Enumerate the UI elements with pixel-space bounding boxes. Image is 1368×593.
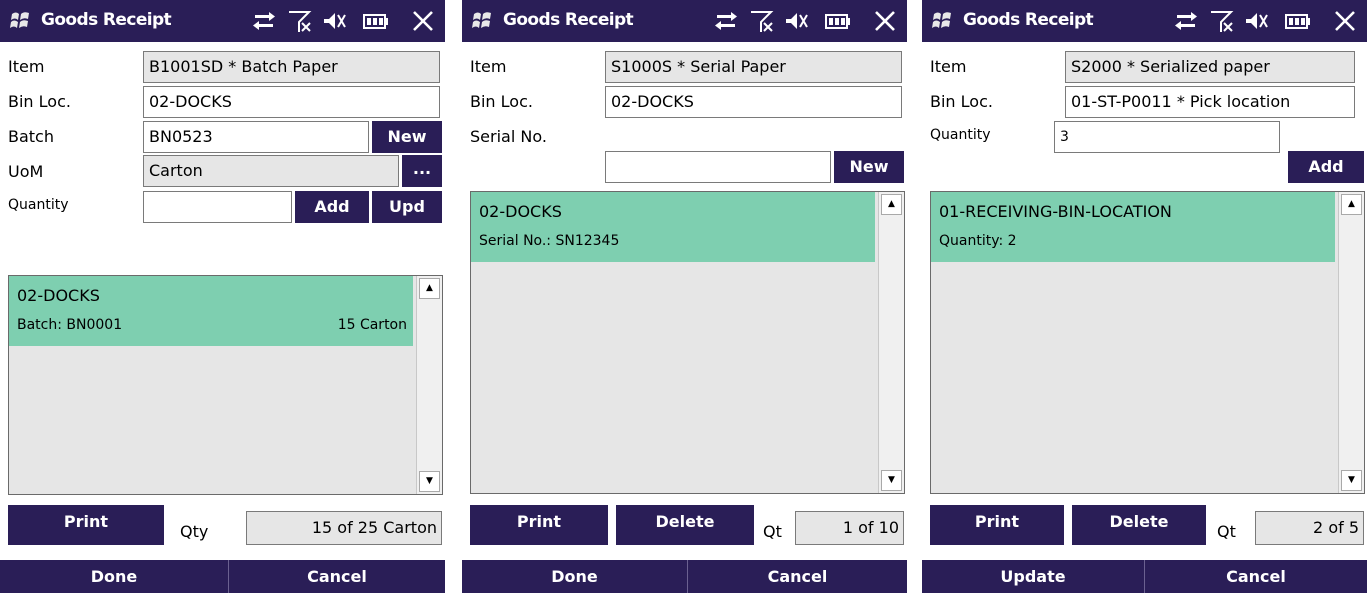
item-field[interactable]: B1001SD * Batch Paper: [143, 51, 440, 83]
list-item-bin: 02-DOCKS: [17, 286, 100, 305]
app-title: Goods Receipt: [41, 10, 172, 30]
no-signal-icon[interactable]: [749, 9, 775, 33]
qty-label: Qt: [763, 522, 782, 541]
qty-total-display: 2 of 5: [1255, 511, 1364, 545]
print-button[interactable]: Print: [8, 505, 164, 545]
quantity-input[interactable]: 3: [1054, 121, 1280, 153]
scrollbar[interactable]: ▲ ▼: [416, 276, 442, 494]
connectivity-icon[interactable]: [1173, 9, 1199, 33]
cancel-button[interactable]: Cancel: [229, 560, 445, 593]
app-title: Goods Receipt: [963, 10, 1094, 30]
quantity-input[interactable]: [143, 191, 292, 223]
screen-update: Goods Receipt Item S2000 * Serialized pa…: [922, 0, 1367, 593]
close-icon[interactable]: [411, 9, 435, 33]
new-serial-button[interactable]: New: [834, 151, 904, 183]
serial-number-input[interactable]: [605, 151, 831, 183]
uom-field[interactable]: Carton: [143, 155, 399, 187]
bottom-bar: Done Cancel: [462, 560, 907, 593]
list-item[interactable]: 02-DOCKS Serial No.: SN12345: [471, 192, 875, 262]
battery-icon[interactable]: [824, 9, 852, 33]
list-item-quantity: 15 Carton: [337, 317, 407, 333]
qty-label: Qt: [1217, 522, 1236, 541]
uom-picker-button[interactable]: ...: [402, 155, 442, 187]
list-item-batch: Batch: BN0001: [17, 317, 123, 333]
delete-button[interactable]: Delete: [1072, 505, 1206, 545]
bin-location-label: Bin Loc.: [8, 92, 71, 111]
scroll-up-icon[interactable]: ▲: [419, 278, 440, 299]
bin-location-field[interactable]: 02-DOCKS: [605, 86, 902, 118]
receipt-list[interactable]: 01-RECEIVING-BIN-LOCATION Quantity: 2 ▲ …: [930, 191, 1365, 494]
done-button[interactable]: Done: [462, 560, 687, 593]
speaker-muted-icon[interactable]: [1244, 9, 1270, 33]
scroll-down-icon[interactable]: ▼: [881, 470, 902, 491]
scrollbar[interactable]: ▲ ▼: [878, 192, 904, 493]
receipt-list[interactable]: 02-DOCKS Serial No.: SN12345 ▲ ▼: [470, 191, 905, 494]
list-item-bin: 02-DOCKS: [479, 202, 562, 221]
bottom-bar: Update Cancel: [922, 560, 1367, 593]
receipt-list[interactable]: 02-DOCKS Batch: BN0001 15 Carton ▲ ▼: [8, 275, 443, 495]
bin-location-label: Bin Loc.: [470, 92, 533, 111]
add-button[interactable]: Add: [1288, 151, 1364, 183]
cancel-button[interactable]: Cancel: [1145, 560, 1367, 593]
title-bar: Goods Receipt: [462, 0, 907, 42]
delete-button[interactable]: Delete: [616, 505, 754, 545]
item-field[interactable]: S2000 * Serialized paper: [1065, 51, 1355, 83]
list-item[interactable]: 01-RECEIVING-BIN-LOCATION Quantity: 2: [931, 192, 1335, 262]
connectivity-icon[interactable]: [251, 9, 277, 33]
speaker-muted-icon[interactable]: [784, 9, 810, 33]
close-icon[interactable]: [873, 9, 897, 33]
scroll-down-icon[interactable]: ▼: [419, 471, 440, 492]
cancel-button[interactable]: Cancel: [688, 560, 907, 593]
close-icon[interactable]: [1333, 9, 1357, 33]
windows-logo-icon[interactable]: [932, 10, 952, 30]
batch-label: Batch: [8, 127, 54, 146]
screen-serial: Goods Receipt Item S1000S * Serial Paper…: [462, 0, 907, 593]
app-title: Goods Receipt: [503, 10, 634, 30]
scroll-up-icon[interactable]: ▲: [1341, 194, 1362, 215]
scrollbar[interactable]: ▲ ▼: [1338, 192, 1364, 493]
add-button[interactable]: Add: [295, 191, 369, 223]
windows-logo-icon[interactable]: [10, 10, 30, 30]
item-field[interactable]: S1000S * Serial Paper: [605, 51, 902, 83]
title-bar: Goods Receipt: [922, 0, 1367, 42]
connectivity-icon[interactable]: [713, 9, 739, 33]
no-signal-icon[interactable]: [1209, 9, 1235, 33]
windows-logo-icon[interactable]: [472, 10, 492, 30]
bin-location-field[interactable]: 01-ST-P0011 * Pick location: [1065, 86, 1355, 118]
uom-label: UoM: [8, 162, 44, 181]
screen-batch: Goods Receipt Item B1001SD * Batch Paper…: [0, 0, 445, 593]
scroll-up-icon[interactable]: ▲: [881, 194, 902, 215]
new-batch-button[interactable]: New: [372, 121, 442, 153]
speaker-muted-icon[interactable]: [322, 9, 348, 33]
list-item-serial: Serial No.: SN12345: [479, 233, 620, 249]
battery-icon[interactable]: [1284, 9, 1312, 33]
scroll-down-icon[interactable]: ▼: [1341, 470, 1362, 491]
print-button[interactable]: Print: [930, 505, 1064, 545]
serial-number-label: Serial No.: [470, 127, 547, 146]
item-label: Item: [470, 57, 507, 76]
qty-total-display: 15 of 25 Carton: [246, 511, 442, 545]
list-item-bin: 01-RECEIVING-BIN-LOCATION: [939, 202, 1172, 221]
item-label: Item: [8, 57, 45, 76]
batch-field[interactable]: BN0523: [143, 121, 369, 153]
bin-location-label: Bin Loc.: [930, 92, 993, 111]
qty-total-display: 1 of 10: [795, 511, 904, 545]
bin-location-field[interactable]: 02-DOCKS: [143, 86, 440, 118]
item-label: Item: [930, 57, 967, 76]
update-bottom-button[interactable]: Update: [922, 560, 1144, 593]
no-signal-icon[interactable]: [287, 9, 313, 33]
qty-label: Qty: [180, 522, 209, 541]
quantity-label: Quantity: [8, 197, 69, 213]
bottom-bar: Done Cancel: [0, 560, 445, 593]
battery-icon[interactable]: [362, 9, 390, 33]
quantity-label: Quantity: [930, 127, 991, 143]
list-item-quantity: Quantity: 2: [939, 233, 1017, 249]
list-item[interactable]: 02-DOCKS Batch: BN0001 15 Carton: [9, 276, 413, 346]
print-button[interactable]: Print: [470, 505, 608, 545]
title-bar: Goods Receipt: [0, 0, 445, 42]
update-button[interactable]: Upd: [372, 191, 442, 223]
done-button[interactable]: Done: [0, 560, 228, 593]
